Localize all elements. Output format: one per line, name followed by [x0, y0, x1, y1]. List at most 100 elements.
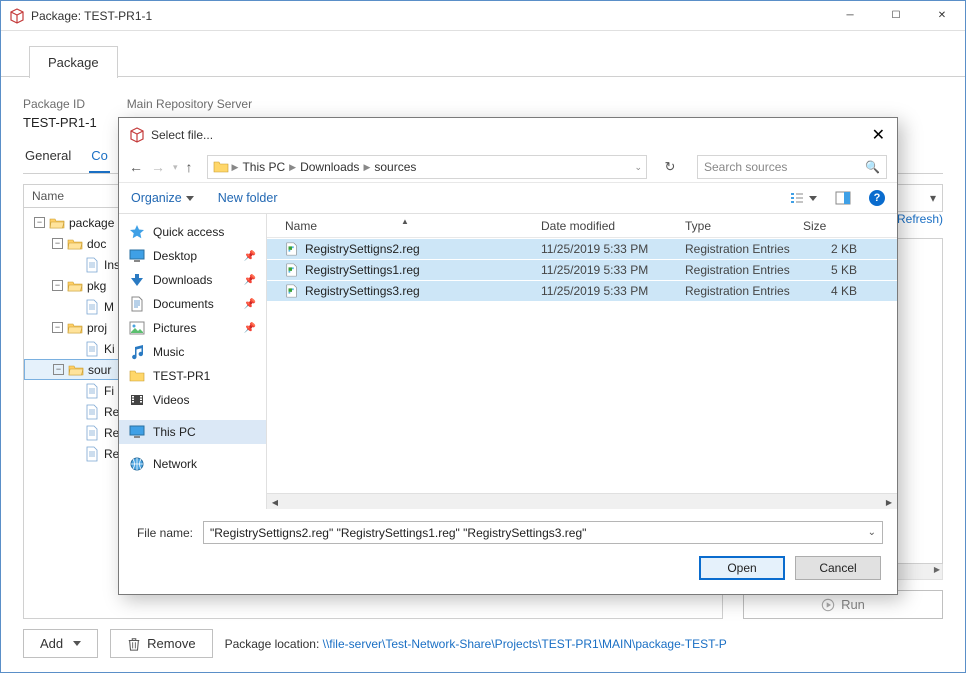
- reg-file-icon: [285, 263, 299, 277]
- filename-value: "RegistrySettigns2.reg" "RegistrySetting…: [210, 526, 586, 540]
- breadcrumb-sources[interactable]: sources: [370, 160, 420, 174]
- titlebar: Package: TEST-PR1-1 ─ ☐ ✕: [1, 1, 965, 31]
- dialog-close-button[interactable]: ✕: [851, 125, 891, 145]
- sidebar-music[interactable]: Music: [119, 340, 266, 364]
- folder-open-icon: [67, 320, 83, 336]
- add-button[interactable]: Add: [23, 629, 98, 658]
- col-size[interactable]: Size: [795, 219, 865, 233]
- sidebar-downloads[interactable]: Downloads📌: [119, 268, 266, 292]
- window-title: Package: TEST-PR1-1: [31, 9, 827, 23]
- folder-icon: [212, 159, 230, 175]
- sidebar-desktop[interactable]: Desktop📌: [119, 244, 266, 268]
- maximize-button[interactable]: ☐: [873, 1, 919, 31]
- close-button[interactable]: ✕: [919, 1, 965, 31]
- expand-icon[interactable]: −: [52, 322, 63, 333]
- file-row[interactable]: RegistrySettigns2.reg11/25/2019 5:33 PMR…: [267, 238, 897, 259]
- file-row[interactable]: RegistrySettings3.reg11/25/2019 5:33 PMR…: [267, 280, 897, 301]
- network-icon: [129, 456, 145, 472]
- sidebar-documents[interactable]: Documents📌: [119, 292, 266, 316]
- expand-icon[interactable]: −: [52, 280, 63, 291]
- node-label: package: [69, 216, 114, 230]
- package-location: Package location: \\file-server\Test-Net…: [225, 637, 727, 651]
- col-date[interactable]: Date modified: [533, 219, 677, 233]
- file-hscroll[interactable]: ◀ ▶: [267, 493, 897, 509]
- package-id-value: TEST-PR1-1: [23, 115, 97, 130]
- dialog-icon: [129, 127, 145, 143]
- file-date: 11/25/2019 5:33 PM: [533, 263, 677, 277]
- organize-menu[interactable]: Organize: [131, 191, 194, 205]
- package-location-path[interactable]: \\file-server\Test-Network-Share\Project…: [323, 637, 727, 651]
- expand-icon[interactable]: −: [34, 217, 45, 228]
- view-menu[interactable]: [789, 190, 817, 206]
- sidebar-pictures[interactable]: Pictures📌: [119, 316, 266, 340]
- scroll-right[interactable]: ▶: [881, 494, 897, 510]
- cancel-button[interactable]: Cancel: [795, 556, 881, 580]
- file-size: 2 KB: [795, 242, 865, 256]
- package-id-label: Package ID: [23, 97, 97, 111]
- breadcrumb-root[interactable]: This PC: [238, 160, 289, 174]
- sidebar-quick-access[interactable]: Quick access: [119, 220, 266, 244]
- sidebar-this-pc[interactable]: This PC: [119, 420, 266, 444]
- music-icon: [129, 344, 145, 360]
- breadcrumb[interactable]: ▶ This PC ▶ Downloads ▶ sources ⌄: [207, 155, 647, 179]
- refresh-link[interactable]: (Refresh): [893, 212, 943, 226]
- file-list: ▲Name Date modified Type Size RegistrySe…: [267, 214, 897, 509]
- search-box[interactable]: Search sources 🔍: [697, 155, 887, 179]
- breadcrumb-downloads[interactable]: Downloads: [296, 160, 363, 174]
- new-folder-button[interactable]: New folder: [218, 191, 278, 205]
- preview-pane-button[interactable]: [835, 190, 851, 206]
- filename-input[interactable]: "RegistrySettigns2.reg" "RegistrySetting…: [203, 521, 883, 544]
- expand-icon[interactable]: −: [53, 364, 64, 375]
- pin-icon: 📌: [244, 299, 256, 310]
- file-size: 5 KB: [795, 263, 865, 277]
- node-label: sour: [88, 363, 111, 377]
- sidebar-test-pr1[interactable]: TEST-PR1: [119, 364, 266, 388]
- filename-dropdown[interactable]: ⌄: [868, 527, 876, 538]
- video-icon: [129, 392, 145, 408]
- refresh-button[interactable]: ↻: [661, 159, 679, 175]
- reg-file-icon: [285, 284, 299, 298]
- file-type: Registration Entries: [677, 284, 795, 298]
- nav-up-button[interactable]: ↑: [186, 159, 193, 175]
- caret-down-icon: [809, 196, 817, 201]
- remove-button[interactable]: Remove: [110, 629, 212, 658]
- tab-package[interactable]: Package: [29, 46, 118, 78]
- doc-icon: [129, 296, 145, 312]
- app-icon: [9, 8, 25, 24]
- node-label: M: [104, 300, 114, 314]
- file-icon: [84, 446, 100, 462]
- sidebar-network[interactable]: Network: [119, 452, 266, 476]
- file-row[interactable]: RegistrySettings1.reg11/25/2019 5:33 PMR…: [267, 259, 897, 280]
- help-button[interactable]: ?: [869, 190, 885, 206]
- main-tabstrip: Package: [1, 31, 965, 77]
- sidebar-videos[interactable]: Videos: [119, 388, 266, 412]
- filename-label: File name:: [133, 526, 193, 540]
- monitor-icon: [129, 248, 145, 264]
- repo-label: Main Repository Server: [127, 97, 252, 111]
- search-icon: 🔍: [865, 160, 880, 174]
- caret-down-icon: [186, 196, 194, 201]
- dialog-footer: File name: "RegistrySettigns2.reg" "Regi…: [119, 509, 897, 594]
- breadcrumb-dropdown[interactable]: ⌄: [634, 162, 642, 173]
- subtab-co[interactable]: Co: [89, 148, 110, 173]
- nav-recent-dropdown[interactable]: ▾: [173, 162, 178, 173]
- pin-icon: 📌: [244, 275, 256, 286]
- expand-icon[interactable]: −: [52, 238, 63, 249]
- subtab-general[interactable]: General: [23, 148, 73, 173]
- reg-file-icon: [285, 242, 299, 256]
- pin-icon: 📌: [244, 251, 256, 262]
- node-label: proj: [87, 321, 107, 335]
- col-type[interactable]: Type: [677, 219, 795, 233]
- nav-forward-button[interactable]: →: [151, 159, 165, 175]
- scroll-left[interactable]: ◀: [267, 494, 283, 510]
- list-view-icon: [789, 190, 805, 206]
- minimize-button[interactable]: ─: [827, 1, 873, 31]
- col-name[interactable]: ▲Name: [277, 219, 533, 233]
- file-icon: [84, 299, 100, 315]
- file-name: RegistrySettigns2.reg: [305, 242, 420, 256]
- sort-asc-icon: ▲: [401, 217, 409, 226]
- open-button[interactable]: Open: [699, 556, 785, 580]
- file-list-body[interactable]: RegistrySettigns2.reg11/25/2019 5:33 PMR…: [267, 238, 897, 493]
- folder-open-icon: [49, 215, 65, 231]
- nav-back-button[interactable]: ←: [129, 159, 143, 175]
